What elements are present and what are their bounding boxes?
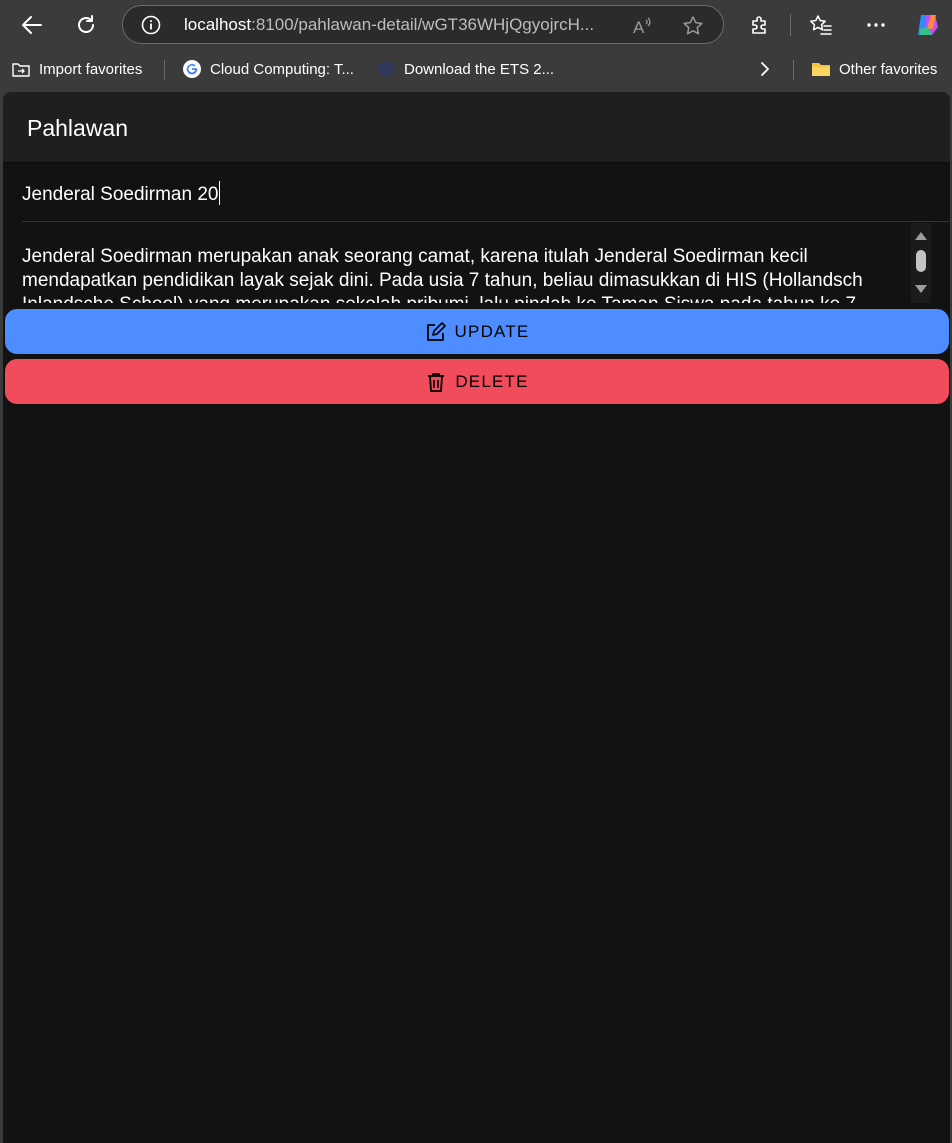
update-label: UPDATE	[454, 321, 530, 341]
scrollbar-thumb[interactable]	[916, 250, 926, 272]
favorites-divider	[793, 60, 794, 80]
other-favorites[interactable]: Other favorites	[811, 59, 937, 79]
update-button[interactable]: UPDATE	[5, 309, 949, 354]
favorite-label: Download the ETS 2...	[404, 60, 555, 78]
scroll-down-arrow-icon[interactable]	[915, 285, 927, 293]
favorites-bar: Import favorites Cloud Computing: T... D…	[0, 50, 952, 88]
toolbar-divider	[790, 14, 791, 36]
favorite-label: Import favorites	[39, 60, 143, 78]
import-favorites-icon	[11, 59, 31, 79]
more-dots-icon	[867, 23, 885, 27]
favorite-download-ets[interactable]: Download the ETS 2...	[376, 59, 554, 79]
favorite-import[interactable]: Import favorites	[11, 59, 142, 79]
site-favicon-icon	[376, 59, 396, 79]
favorites-list-icon	[810, 15, 832, 35]
site-info-icon[interactable]	[141, 15, 161, 35]
folder-icon	[811, 59, 831, 79]
edit-icon	[425, 321, 447, 343]
favorite-star-icon[interactable]	[681, 14, 705, 38]
google-icon	[182, 59, 202, 79]
scroll-up-arrow-icon[interactable]	[915, 232, 927, 240]
puzzle-icon	[752, 16, 766, 34]
svg-text:A: A	[633, 18, 645, 37]
delete-label: DELETE	[455, 371, 529, 391]
delete-button[interactable]: DELETE	[5, 359, 949, 404]
url-text: localhost:8100/pahlawan-detail/wGT36WHjQ…	[184, 15, 594, 35]
read-aloud-icon[interactable]: A	[631, 14, 655, 38]
favorites-button[interactable]	[803, 7, 839, 43]
extensions-button[interactable]	[742, 7, 778, 43]
url-path: :8100/pahlawan-detail/wGT36WHjQgyojrcH..…	[251, 15, 595, 34]
favorite-cloud-computing[interactable]: Cloud Computing: T...	[182, 59, 354, 79]
page-title: Pahlawan	[27, 115, 129, 141]
app-header: Pahlawan	[3, 92, 950, 162]
trash-icon	[425, 371, 447, 393]
textarea-scrollbar[interactable]	[911, 223, 931, 303]
refresh-icon	[78, 15, 94, 33]
text-caret	[219, 181, 221, 205]
settings-more-button[interactable]	[858, 7, 894, 43]
other-favorites-label: Other favorites	[839, 60, 938, 78]
favorite-label: Cloud Computing: T...	[210, 60, 354, 78]
input-divider	[22, 221, 950, 222]
favorites-overflow-button[interactable]	[758, 59, 772, 79]
app-viewport: Pahlawan Jenderal Soedirman 20 Jenderal …	[3, 92, 950, 1143]
address-bar[interactable]: localhost:8100/pahlawan-detail/wGT36WHjQ…	[122, 5, 724, 44]
name-input-value: Jenderal Soedirman 20	[22, 184, 219, 205]
favorites-divider	[164, 60, 165, 80]
back-arrow-icon	[22, 16, 42, 34]
refresh-button[interactable]	[68, 7, 104, 43]
browser-toolbar: localhost:8100/pahlawan-detail/wGT36WHjQ…	[0, 0, 952, 50]
copilot-button[interactable]	[910, 7, 946, 43]
description-textarea[interactable]: Jenderal Soedirman merupakan anak seoran…	[22, 245, 912, 303]
url-host: localhost	[184, 15, 252, 34]
name-input[interactable]: Jenderal Soedirman 20	[22, 181, 221, 206]
detail-form: Jenderal Soedirman 20 Jenderal Soedirman…	[3, 163, 950, 303]
copilot-icon	[918, 15, 938, 35]
back-button[interactable]	[14, 7, 50, 43]
chevron-right-icon	[761, 62, 769, 76]
